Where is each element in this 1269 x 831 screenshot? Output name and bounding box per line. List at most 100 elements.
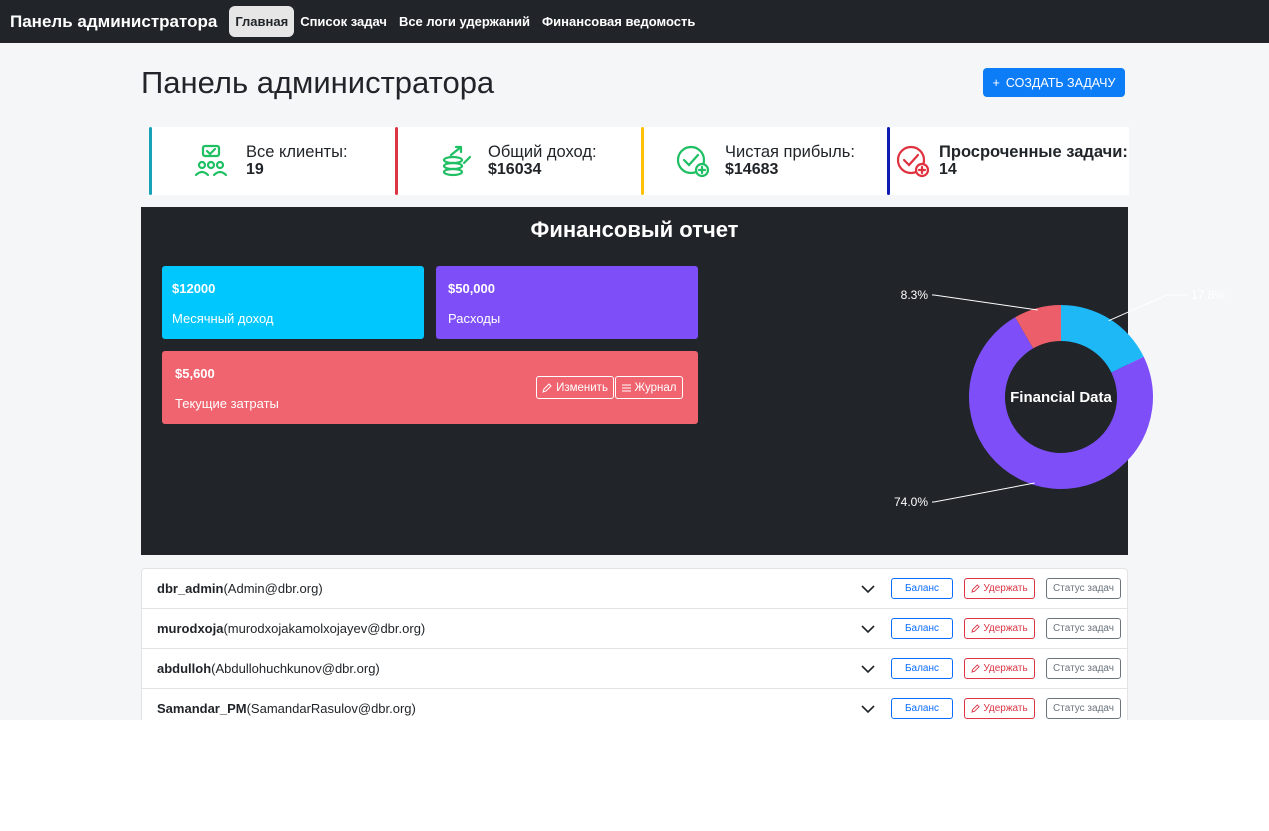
expenses-card: $50,000 Расходы [436,266,698,339]
user-email: (Admin@dbr.org) [223,581,323,596]
stat-overdue: Просроченные задачи: 14 [887,127,1129,195]
donut-slice-label: 8.3% [901,288,929,302]
card-label: Текущие затраты [175,396,279,411]
stat-accent-bar [149,127,152,195]
nav-link-home[interactable]: Главная [229,6,295,37]
pencil-icon [542,382,552,393]
stat-accent-bar [395,127,398,195]
user-name: abdulloh(Abdullohuchkunov@dbr.org) [157,661,380,676]
pencil-icon [971,584,981,593]
stat-income: Общий доход: $16034 [395,127,641,195]
hold-label: Удержать [983,663,1028,674]
log-label: Журнал [634,381,677,394]
donut-slice-label: 74.0% [894,495,928,509]
user-name: dbr_admin(Admin@dbr.org) [157,581,323,596]
balance-button[interactable]: Баланс [891,698,953,719]
financial-donut-chart: 17.8% 74.0% 8.3% Financial Data [894,288,1225,509]
create-task-label: СОЗДАТЬ ЗАДАЧУ [1005,75,1116,90]
page-title: Панель администратора [141,65,495,100]
balance-button[interactable]: Баланс [891,578,953,599]
clients-icon [194,144,228,177]
card-amount: $12000 [172,281,216,296]
main-content: Панель администратора + СОЗДАТЬ ЗАДАЧУ В… [0,43,1269,720]
user-login: abdulloh [157,661,212,676]
user-login: dbr_admin [157,581,224,596]
balance-button[interactable]: Баланс [891,618,953,639]
stat-accent-bar [641,127,644,195]
donut-center-label: Financial Data [1010,389,1112,406]
create-task-button[interactable]: + СОЗДАТЬ ЗАДАЧУ [983,68,1125,97]
task-status-button[interactable]: Статус задач [1046,698,1121,719]
financial-report-title: Финансовый отчет [530,217,739,242]
user-row[interactable]: abdulloh(Abdullohuchkunov@dbr.org) Балан… [142,649,1127,689]
user-row[interactable]: Samandar_PM(SamandarRasulov@dbr.org) Бал… [142,689,1127,720]
pencil-icon [971,664,981,673]
donut-leader-line [1108,294,1187,322]
empty-bottom-area [0,720,1269,831]
donut-slice-label: 17.8% [1191,288,1225,302]
edit-label: Изменить [556,381,608,394]
stat-value: $16034 [488,161,542,178]
profit-icon [676,145,710,178]
user-row[interactable]: dbr_admin(Admin@dbr.org) Баланс Удержать… [142,569,1127,609]
task-status-button[interactable]: Статус задач [1046,578,1121,599]
chevron-down-icon[interactable] [860,661,876,677]
hold-button[interactable]: Удержать [964,578,1035,599]
plus-icon: + [992,75,1000,90]
stat-clients: Все клиенты: 19 [149,127,395,195]
current-costs-card: $5,600 Текущие затраты Изменить Журнал [162,351,698,424]
stat-value: 19 [246,161,264,178]
user-name: Samandar_PM(SamandarRasulov@dbr.org) [157,701,416,716]
chevron-down-icon[interactable] [860,581,876,597]
stats-strip: Все клиенты: 19 Общий доход: $16034 Чист… [149,127,1129,195]
hold-button[interactable]: Удержать [964,698,1035,719]
nav-link-finance[interactable]: Финансовая ведомость [536,6,701,37]
income-icon [442,145,472,177]
user-email: (Abdullohuchkunov@dbr.org) [211,661,380,676]
stat-label: Все клиенты: [246,143,348,161]
donut-leader-line [932,482,1035,503]
overdue-icon [896,145,930,178]
card-amount: $50,000 [448,281,495,296]
log-button[interactable]: Журнал [615,376,683,399]
edit-button[interactable]: Изменить [536,376,614,399]
user-email: (murodxojakamolxojayev@dbr.org) [223,621,426,636]
pencil-icon [971,624,981,633]
card-amount: $5,600 [175,366,215,381]
stat-value: 14 [939,161,957,178]
balance-button[interactable]: Баланс [891,658,953,679]
financial-report-panel: Финансовый отчет $12000 Месячный доход $… [141,207,1225,555]
chevron-down-icon[interactable] [860,621,876,637]
users-list: dbr_admin(Admin@dbr.org) Баланс Удержать… [141,568,1128,720]
card-label: Расходы [448,311,501,326]
task-status-button[interactable]: Статус задач [1046,658,1121,679]
stat-net-profit: Чистая прибыль: $14683 [641,127,887,195]
task-status-button[interactable]: Статус задач [1046,618,1121,639]
user-login: Samandar_PM [157,701,247,716]
stat-accent-bar [887,127,890,195]
stat-label: Чистая прибыль: [725,143,855,161]
stat-label: Просроченные задачи: [939,143,1128,161]
user-name: murodxoja(murodxojakamolxojayev@dbr.org) [157,621,425,636]
user-email: (SamandarRasulov@dbr.org) [246,701,416,716]
nav-link-hold-logs[interactable]: Все логи удержаний [393,6,536,37]
pencil-icon [971,704,981,713]
hold-label: Удержать [983,623,1028,634]
hold-button[interactable]: Удержать [964,618,1035,639]
donut-leader-line [932,294,1038,311]
list-icon [621,384,631,391]
stat-label: Общий доход: [488,143,597,161]
hold-button[interactable]: Удержать [964,658,1035,679]
hold-label: Удержать [983,703,1028,714]
monthly-income-card: $12000 Месячный доход [162,266,424,339]
user-login: murodxoja [157,621,224,636]
stat-value: $14683 [725,161,779,178]
nav-link-tasks[interactable]: Список задач [294,6,393,37]
navbar-brand[interactable]: Панель администратора [10,12,217,32]
user-row[interactable]: murodxoja(murodxojakamolxojayev@dbr.org)… [142,609,1127,649]
donut-slice [1061,305,1144,373]
top-navbar: Панель администратора Главная Список зад… [0,0,1269,43]
hold-label: Удержать [983,583,1028,594]
chevron-down-icon[interactable] [860,701,876,717]
card-label: Месячный доход [172,311,274,326]
